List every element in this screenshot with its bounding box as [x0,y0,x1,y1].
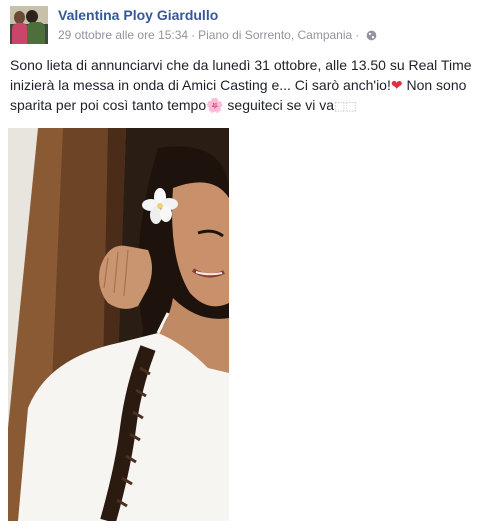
post-meta: 29 ottobre alle ore 15:34 · Piano di Sor… [58,28,377,42]
author-avatar[interactable] [10,6,48,44]
unrendered-emoji-glyphs: ⬚⬚ [334,99,357,113]
meta-separator: · [191,28,196,42]
selfie-illustration [8,128,229,521]
globe-icon[interactable] [366,30,377,41]
cherry-blossom-icon: 🌸 [206,97,224,113]
meta-separator: · [355,28,360,42]
facebook-post: Valentina Ploy Giardullo 29 ottobre alle… [0,0,502,529]
post-message: Sono lieta di annunciarvi che da lunedì … [10,55,496,116]
post-timestamp[interactable]: 29 ottobre alle ore 15:34 [58,28,188,42]
heart-icon: ❤ [390,77,403,93]
post-photo[interactable] [8,128,229,521]
author-name-link[interactable]: Valentina Ploy Giardullo [58,7,218,23]
message-text-3: seguiteci se vi va [223,97,335,113]
post-location[interactable]: Piano di Sorrento, Campania [198,28,352,42]
